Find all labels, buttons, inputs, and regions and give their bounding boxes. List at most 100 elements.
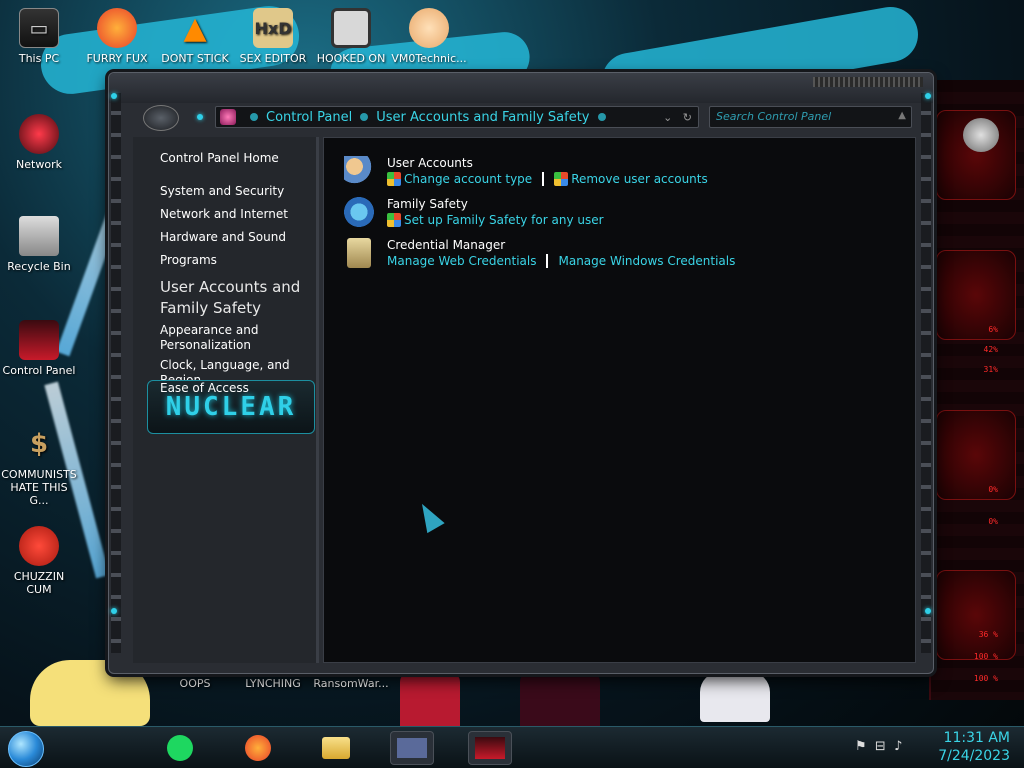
desktop-icon-lynching[interactable]: LYNCHING <box>235 677 311 690</box>
start-orb-button[interactable] <box>8 731 44 767</box>
desktop-icon-control-panel[interactable]: Control Panel <box>1 320 77 377</box>
frame-light <box>111 608 117 614</box>
link-separator <box>542 172 545 186</box>
nav-link-appearance[interactable]: Appearance and Personalization <box>160 323 320 353</box>
control-panel-icon <box>19 320 59 360</box>
address-bar[interactable]: Control Panel User Accounts and Family S… <box>215 106 699 128</box>
desktop-icon-label: HOOKED ON <box>316 52 386 65</box>
folder-icon <box>322 737 350 759</box>
hud-value: 0% <box>988 517 998 526</box>
window-title-bar[interactable] <box>109 73 933 103</box>
hud-value: 42% <box>983 345 998 354</box>
desktop-icon-dont-stick[interactable]: ▲ DONT STICK <box>157 8 233 65</box>
computer-icon: ▭ <box>19 8 59 48</box>
change-account-type-link[interactable]: Change account type <box>404 172 532 186</box>
clock-time: 11:31 AM <box>943 730 1010 746</box>
recycle-bin-icon <box>19 216 59 256</box>
window-frame-left <box>111 93 121 653</box>
recent-pages-button[interactable] <box>197 114 203 120</box>
taskbar-app-control-panel[interactable] <box>468 731 512 765</box>
control-panel-icon <box>475 737 505 759</box>
desktop-icon-label: CHUZZIN CUM <box>13 570 65 596</box>
group-title[interactable]: Family Safety <box>387 197 468 211</box>
hud-value: 0% <box>988 485 998 494</box>
manage-windows-credentials-link[interactable]: Manage Windows Credentials <box>558 254 735 268</box>
desktop-icon-oops[interactable]: OOPS <box>157 677 233 690</box>
nav-link-system-security[interactable]: System and Security <box>160 184 320 199</box>
nav-link-control-panel-home[interactable]: Control Panel Home <box>160 151 320 166</box>
hud-gadget-panel <box>929 80 1024 700</box>
content-pane: User Accounts Change account type Remove… <box>323 137 916 663</box>
spotify-icon <box>167 735 193 761</box>
desktop-icon-label: SEX EDITOR <box>239 52 307 65</box>
hud-value: 31% <box>983 365 998 374</box>
network-tray-icon[interactable]: ⊟ <box>875 739 886 754</box>
desktop-icon-chuzzin-cum[interactable]: CHUZZIN CUM <box>1 526 77 596</box>
hud-widget <box>936 250 1016 340</box>
setup-family-safety-link[interactable]: Set up Family Safety for any user <box>404 213 604 227</box>
group-title[interactable]: User Accounts <box>387 156 473 170</box>
search-icon[interactable]: ▲ <box>898 110 906 121</box>
breadcrumb-control-panel[interactable]: Control Panel <box>266 110 352 125</box>
taskbar-clock[interactable]: 11:31 AM 7/24/2023 <box>938 729 1010 765</box>
desktop-icon-label: OOPS <box>179 677 211 690</box>
desktop-icon-network[interactable]: Network <box>1 114 77 171</box>
desktop-icon-recycle-bin[interactable]: Recycle Bin <box>1 216 77 273</box>
alien-logo-icon <box>963 118 999 152</box>
frame-light <box>111 93 117 99</box>
volume-icon[interactable]: ♪ <box>894 739 902 754</box>
system-tray: ⚑ ⊟ ♪ <box>855 739 902 754</box>
taskbar-app-spotify[interactable] <box>158 731 202 765</box>
network-icon <box>19 114 59 154</box>
family-safety-icon <box>344 197 374 227</box>
hud-value: 100 % <box>973 674 998 683</box>
hud-value: 36 % <box>978 630 998 639</box>
navigation-pane: Control Panel Home System and Security N… <box>133 137 319 663</box>
hud-value: 100 % <box>973 652 998 661</box>
desktop-icon-label: VM0Technic... <box>391 52 467 65</box>
control-panel-icon <box>220 109 236 125</box>
remove-user-accounts-link[interactable]: Remove user accounts <box>571 172 708 186</box>
clock-date: 7/24/2023 <box>938 748 1010 764</box>
desktop-icon-sex-editor[interactable]: HxD SEX EDITOR <box>235 8 311 65</box>
action-center-flag-icon[interactable]: ⚑ <box>855 739 867 754</box>
control-panel-window: Control Panel User Accounts and Family S… <box>108 72 934 674</box>
vlc-cone-icon: ▲ <box>183 10 207 46</box>
breadcrumb-user-accounts[interactable]: User Accounts and Family Safety <box>376 110 589 125</box>
desktop-icon-hooked-on[interactable]: HOOKED ON <box>313 8 389 65</box>
desktop-icon-vm0technic[interactable]: VM0Technic... <box>391 8 467 65</box>
user-accounts-icon <box>344 156 374 186</box>
desktop-icon-label: COMMUNISTS HATE THIS G... <box>1 468 77 507</box>
search-input[interactable]: Search Control Panel ▲ <box>709 106 912 128</box>
wallpaper-figure <box>400 672 460 726</box>
firefox-icon <box>97 8 137 48</box>
chuzzle-icon <box>19 526 59 566</box>
nav-link-user-accounts-current[interactable]: User Accounts and Family Safety <box>160 277 320 319</box>
wallpaper-sneaker <box>700 672 770 722</box>
breadcrumb-separator <box>250 113 258 121</box>
address-controls[interactable]: ⌄ ↻ <box>663 111 692 124</box>
taskbar-app-window[interactable] <box>390 731 434 765</box>
desktop-icon-label: Recycle Bin <box>7 260 71 273</box>
group-title[interactable]: Credential Manager <box>387 238 505 252</box>
desktop-icon-ransomware[interactable]: RansomWar... <box>313 677 389 690</box>
money-bag-icon: $ <box>29 428 49 459</box>
desktop-icon-label: Network <box>16 158 62 171</box>
hud-widget <box>936 410 1016 500</box>
nav-link-ease-of-access[interactable]: Ease of Access <box>160 381 320 396</box>
desktop-icon-this-pc[interactable]: ▭ This PC <box>1 8 77 65</box>
taskbar-app-explorer[interactable] <box>314 731 358 765</box>
taskbar: ⚑ ⊟ ♪ 11:31 AM 7/24/2023 <box>0 726 1024 768</box>
hud-value: 6% <box>988 325 998 334</box>
desktop-icon-label: LYNCHING <box>245 677 301 690</box>
desktop-icon-label: Control Panel <box>2 364 76 377</box>
manage-web-credentials-link[interactable]: Manage Web Credentials <box>387 254 536 268</box>
taskbar-app-firefox[interactable] <box>236 731 280 765</box>
nav-link-network-internet[interactable]: Network and Internet <box>160 207 320 222</box>
nav-link-hardware-sound[interactable]: Hardware and Sound <box>160 230 320 245</box>
desktop-icon-communists[interactable]: $ COMMUNISTS HATE THIS G... <box>1 424 77 508</box>
nav-link-programs[interactable]: Programs <box>160 253 320 268</box>
desktop-icon-furry-fux[interactable]: FURRY FUX <box>79 8 155 65</box>
back-forward-button[interactable] <box>143 105 179 131</box>
frame-light <box>925 93 931 99</box>
